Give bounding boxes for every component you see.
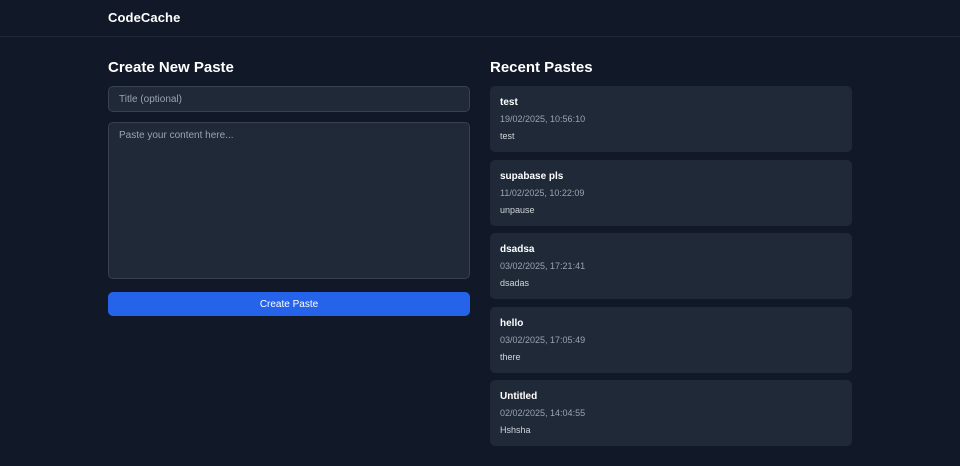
paste-content-textarea[interactable] [108,122,470,279]
paste-card-title: test [500,97,518,108]
paste-card-preview: test [500,131,515,141]
paste-card-preview: unpause [500,204,535,215]
paste-card-date: 02/02/2025, 14:04:55 [500,408,586,418]
create-paste-button[interactable]: Create Paste [108,292,470,316]
app-header: CodeCache [0,0,960,37]
create-paste-section: Create New Paste Create Paste [108,58,470,316]
brand-logo[interactable]: CodeCache [108,10,180,25]
recent-pastes-section: Recent Pastes test 19/02/2025, 10:56:10 … [490,58,852,446]
paste-card[interactable]: test 19/02/2025, 10:56:10 test [490,86,852,152]
recent-pastes-heading: Recent Pastes [490,59,593,76]
paste-title-input[interactable] [108,86,470,112]
paste-card-preview: dsadas [500,278,530,288]
paste-card[interactable]: hello 03/02/2025, 17:05:49 there [490,306,852,373]
paste-card-preview: Hshsha [500,425,531,435]
paste-card-date: 03/02/2025, 17:21:41 [500,261,586,271]
paste-card[interactable]: dsadsa 03/02/2025, 17:21:41 dsadas [490,233,852,299]
paste-card-date: 03/02/2025, 17:05:49 [500,334,586,345]
paste-card[interactable]: supabase pls 11/02/2025, 10:22:09 unpaus… [490,159,852,226]
paste-card[interactable]: Untitled 02/02/2025, 14:04:55 Hshsha [490,380,852,446]
paste-card-title: dsadsa [500,244,535,255]
paste-card-date: 19/02/2025, 10:56:10 [500,114,586,124]
paste-list: test 19/02/2025, 10:56:10 test supabase … [490,86,852,454]
paste-card-title: supabase pls [500,170,564,182]
paste-card-title: Untitled [500,391,538,402]
paste-card-date: 11/02/2025, 10:22:09 [500,187,585,198]
paste-card-title: hello [500,317,524,329]
create-paste-heading: Create New Paste [108,59,234,76]
paste-card-preview: there [500,351,521,362]
